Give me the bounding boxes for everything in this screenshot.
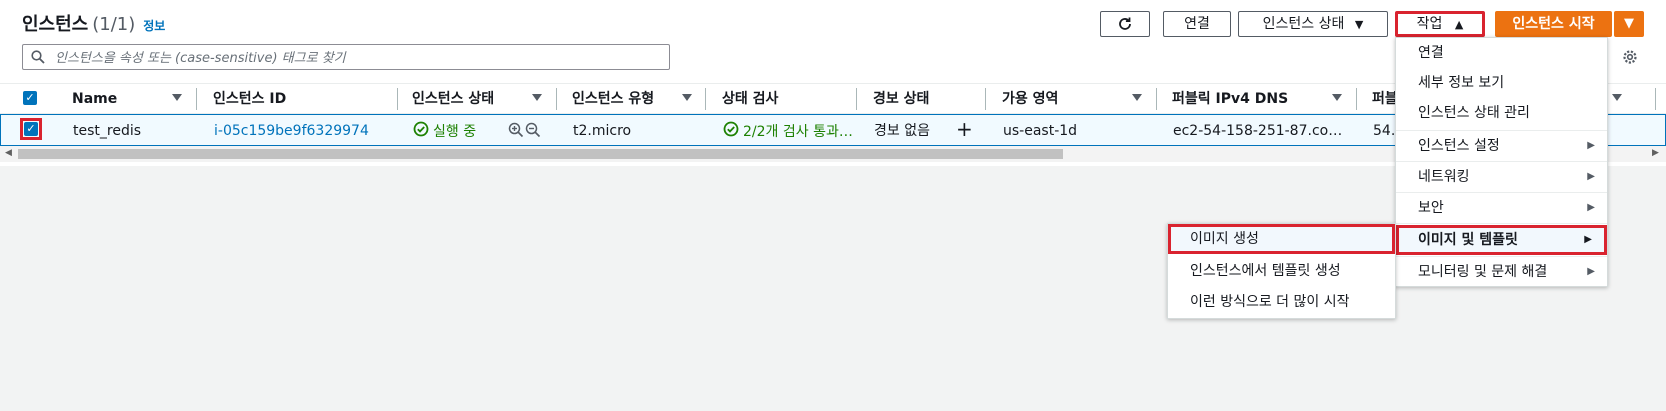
menu-item-create-template[interactable]: 인스턴스에서 템플릿 생성 — [1168, 256, 1395, 286]
submenu-arrow-icon: ▶ — [1587, 171, 1595, 182]
col-availability-zone[interactable]: 가용 영역 — [1002, 89, 1058, 109]
check-circle-icon — [723, 121, 739, 143]
instance-state-label: 인스턴스 상태 — [1262, 16, 1345, 32]
actions-menu: 연결 세부 정보 보기 인스턴스 상태 관리 인스턴스 설정 ▶ 네트워킹 ▶ 보안… — [1395, 37, 1608, 287]
col-instance-id[interactable]: 인스턴스 ID — [213, 89, 286, 109]
menu-item-label: 모니터링 및 문제 해결 — [1418, 264, 1548, 280]
actions-button[interactable]: 작업 ▲ — [1395, 11, 1485, 37]
instance-state-button[interactable]: 인스턴스 상태 ▼ — [1238, 11, 1388, 37]
refresh-icon — [1117, 16, 1133, 32]
status-check-text: 2/2개 검사 통과… — [743, 124, 853, 140]
instance-count: (1/1) — [92, 14, 136, 35]
menu-item-monitor-troubleshoot[interactable]: 모니터링 및 문제 해결 ▶ — [1396, 257, 1607, 287]
search-box[interactable] — [22, 44, 670, 71]
title-text: 인스턴스 — [22, 14, 89, 35]
image-templates-submenu: 이미지 생성 인스턴스에서 템플릿 생성 이런 방식으로 더 많이 시작 — [1167, 223, 1396, 319]
search-icon — [31, 50, 45, 68]
zoom-in-icon[interactable] — [508, 122, 524, 142]
menu-item-instance-settings[interactable]: 인스턴스 설정 ▶ — [1396, 131, 1607, 161]
col-name[interactable]: Name — [72, 89, 117, 109]
cell-instance-state: 실행 중 — [413, 121, 476, 141]
sort-icon[interactable] — [1132, 94, 1142, 101]
info-link[interactable]: 정보 — [143, 19, 165, 33]
col-status-check[interactable]: 상태 검사 — [722, 89, 778, 109]
gear-icon[interactable] — [1621, 48, 1639, 70]
page-title: 인스턴스 (1/1) 정보 — [22, 10, 165, 36]
sort-icon[interactable] — [532, 94, 542, 101]
launch-options-button[interactable]: ▼ — [1614, 11, 1644, 37]
row-checkbox[interactable]: ✓ — [24, 122, 38, 136]
col-alarm-status[interactable]: 경보 상태 — [873, 89, 929, 109]
cell-status-check: 2/2개 검사 통과… — [723, 121, 853, 141]
column-separator[interactable] — [1156, 88, 1157, 110]
column-separator[interactable] — [196, 88, 197, 110]
caret-down-icon: ▼ — [1624, 16, 1634, 31]
cell-public-dns: ec2-54-158-251-87.co… — [1173, 123, 1343, 139]
caret-up-icon: ▲ — [1454, 18, 1464, 31]
zoom-out-icon[interactable] — [525, 122, 541, 142]
cell-instance-type: t2.micro — [573, 123, 632, 139]
sort-icon[interactable] — [172, 94, 182, 101]
sort-icon[interactable] — [682, 94, 692, 101]
col-instance-type[interactable]: 인스턴스 유형 — [572, 89, 654, 109]
submenu-arrow-icon: ▶ — [1584, 234, 1592, 245]
add-alarm-icon[interactable]: + — [956, 119, 973, 139]
scroll-left-icon[interactable]: ◀ — [5, 148, 12, 158]
sort-icon[interactable] — [1612, 94, 1622, 101]
menu-item-networking[interactable]: 네트워킹 ▶ — [1396, 162, 1607, 192]
connect-button[interactable]: 연결 — [1163, 11, 1231, 37]
column-separator[interactable] — [1356, 88, 1357, 110]
sort-icon[interactable] — [1332, 94, 1342, 101]
select-all-checkbox[interactable]: ✓ — [23, 91, 37, 105]
menu-item-connect[interactable]: 연결 — [1396, 38, 1607, 68]
cell-availability-zone: us-east-1d — [1003, 123, 1078, 139]
column-separator[interactable] — [397, 88, 398, 110]
col-instance-state[interactable]: 인스턴스 상태 — [412, 89, 494, 109]
scrollbar-thumb[interactable] — [18, 149, 1063, 159]
state-text: 실행 중 — [433, 124, 477, 140]
cell-instance-id[interactable]: i-05c159be9f6329974 — [214, 121, 369, 141]
cell-name: test_redis — [73, 123, 142, 139]
check-circle-icon — [413, 121, 429, 143]
submenu-arrow-icon: ▶ — [1587, 140, 1595, 151]
submenu-arrow-icon: ▶ — [1587, 202, 1595, 213]
column-separator[interactable] — [1655, 88, 1656, 110]
column-separator[interactable] — [856, 88, 857, 110]
actions-label: 작업 — [1416, 16, 1443, 32]
cell-alarm-status: 경보 없음 — [874, 123, 930, 139]
menu-item-view-details[interactable]: 세부 정보 보기 — [1396, 68, 1607, 98]
menu-item-label: 이미지 및 템플릿 — [1418, 232, 1518, 248]
search-input[interactable] — [53, 45, 657, 71]
submenu-arrow-icon: ▶ — [1587, 266, 1595, 277]
column-separator[interactable] — [705, 88, 706, 110]
menu-divider — [1396, 223, 1607, 224]
menu-item-create-image[interactable]: 이미지 생성 — [1168, 224, 1395, 254]
scroll-right-icon[interactable]: ▶ — [1652, 148, 1659, 158]
menu-item-security[interactable]: 보안 ▶ — [1396, 193, 1607, 223]
menu-item-label: 네트워킹 — [1418, 169, 1470, 185]
menu-item-image-templates[interactable]: 이미지 및 템플릿 ▶ — [1396, 225, 1607, 255]
col-public-dns[interactable]: 퍼블릭 IPv4 DNS — [1172, 89, 1288, 109]
col-public-ip[interactable]: 퍼블 — [1372, 89, 1398, 109]
menu-item-label: 보안 — [1418, 200, 1444, 216]
menu-item-launch-more-like-this[interactable]: 이런 방식으로 더 많이 시작 — [1168, 287, 1395, 317]
refresh-button[interactable] — [1100, 11, 1150, 37]
menu-item-manage-state[interactable]: 인스턴스 상태 관리 — [1396, 98, 1607, 128]
column-separator[interactable] — [556, 88, 557, 110]
caret-down-icon: ▼ — [1354, 18, 1364, 31]
launch-instances-button[interactable]: 인스턴스 시작 — [1495, 11, 1612, 37]
column-separator[interactable] — [985, 88, 986, 110]
menu-item-label: 인스턴스 설정 — [1418, 138, 1500, 154]
